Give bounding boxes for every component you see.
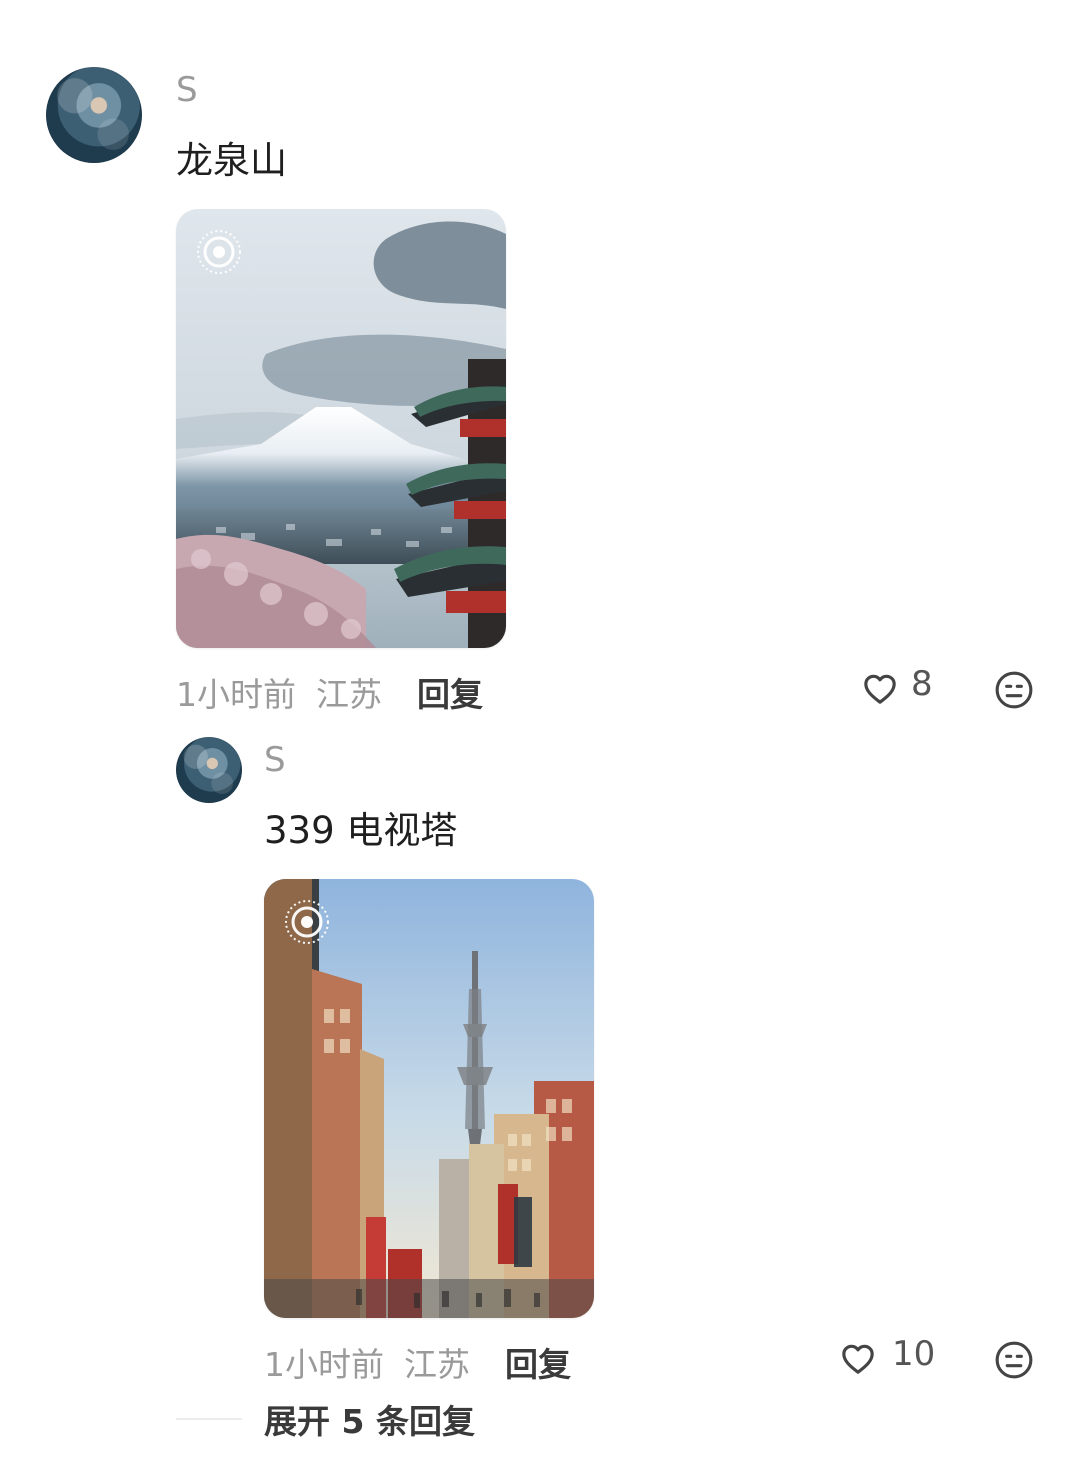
expand-replies-button[interactable]: 展开 5 条回复: [264, 1395, 475, 1443]
comment-location: 江苏: [316, 675, 382, 714]
reply-button[interactable]: 回复: [417, 668, 483, 716]
live-photo-icon: [285, 900, 329, 944]
username[interactable]: S: [176, 70, 199, 110]
neutral-face-icon[interactable]: [992, 1338, 1036, 1382]
heart-icon: [842, 1344, 874, 1374]
neutral-face-icon[interactable]: [992, 668, 1036, 712]
comment-photo[interactable]: [176, 209, 506, 648]
comment-time: 1小时前: [264, 1345, 384, 1384]
avatar[interactable]: [46, 67, 142, 163]
comment-time: 1小时前: [176, 675, 296, 714]
like-count: 8: [911, 664, 933, 704]
live-photo-icon: [197, 230, 241, 274]
like-button[interactable]: 8: [858, 664, 948, 712]
comment-text: 龙泉山: [176, 139, 287, 182]
divider: [176, 1418, 242, 1420]
reply-button[interactable]: 回复: [505, 1338, 571, 1386]
comment-photo[interactable]: [264, 879, 594, 1318]
avatar[interactable]: [176, 737, 242, 803]
username[interactable]: S: [264, 740, 287, 780]
heart-icon: [864, 674, 896, 704]
like-count: 10: [892, 1334, 936, 1374]
like-button[interactable]: 10: [836, 1334, 946, 1382]
comment-location: 江苏: [404, 1345, 470, 1384]
comment-text: 339 电视塔: [264, 809, 458, 852]
